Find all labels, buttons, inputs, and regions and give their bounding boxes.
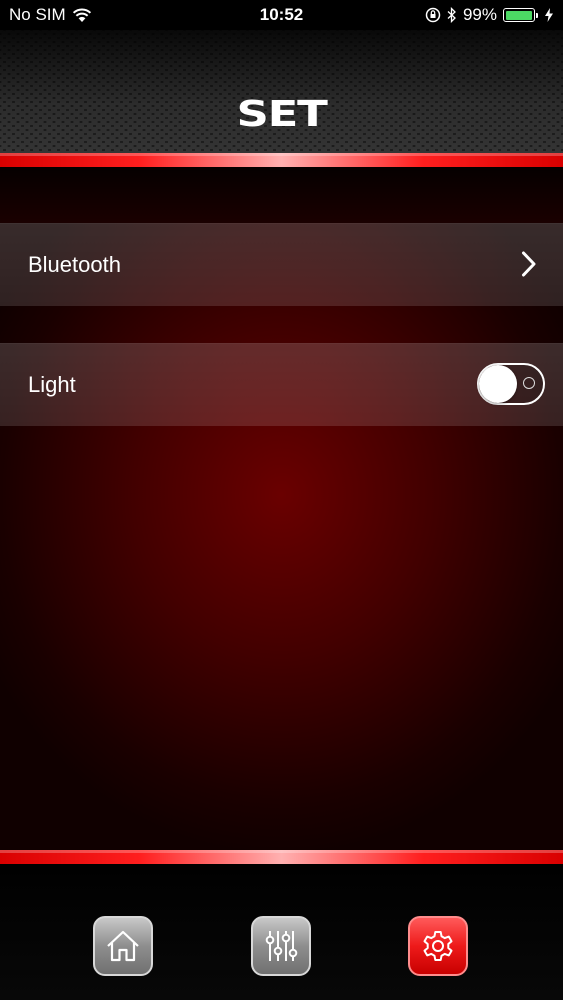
header: SET <box>0 30 563 153</box>
settings-panel: Bluetooth Light <box>0 167 563 850</box>
bluetooth-label: Bluetooth <box>28 252 121 277</box>
tab-home[interactable] <box>93 916 153 976</box>
tab-settings[interactable] <box>408 916 468 976</box>
tab-bar <box>0 864 563 1000</box>
header-accent-bar <box>0 153 563 167</box>
orientation-lock-icon <box>425 7 441 23</box>
toggle-off-indicator <box>523 377 535 389</box>
home-icon <box>107 930 139 962</box>
bluetooth-row[interactable]: Bluetooth <box>0 223 563 306</box>
tab-equalizer[interactable] <box>251 916 311 976</box>
chevron-right-icon <box>522 251 536 277</box>
light-toggle[interactable] <box>477 363 545 405</box>
page-title: SET <box>236 94 327 135</box>
footer-accent-bar <box>0 850 563 864</box>
light-label: Light <box>28 372 76 397</box>
battery-level-fill <box>505 10 533 20</box>
toggle-knob <box>479 365 517 403</box>
light-row: Light <box>0 343 563 426</box>
bluetooth-icon <box>447 7 456 23</box>
battery-icon <box>503 8 538 22</box>
sliders-icon <box>265 931 298 961</box>
status-bar: No SIM 10:52 99% <box>0 0 563 30</box>
battery-percent: 99% <box>462 5 497 24</box>
gear-icon <box>423 931 453 961</box>
charging-icon <box>545 8 553 22</box>
